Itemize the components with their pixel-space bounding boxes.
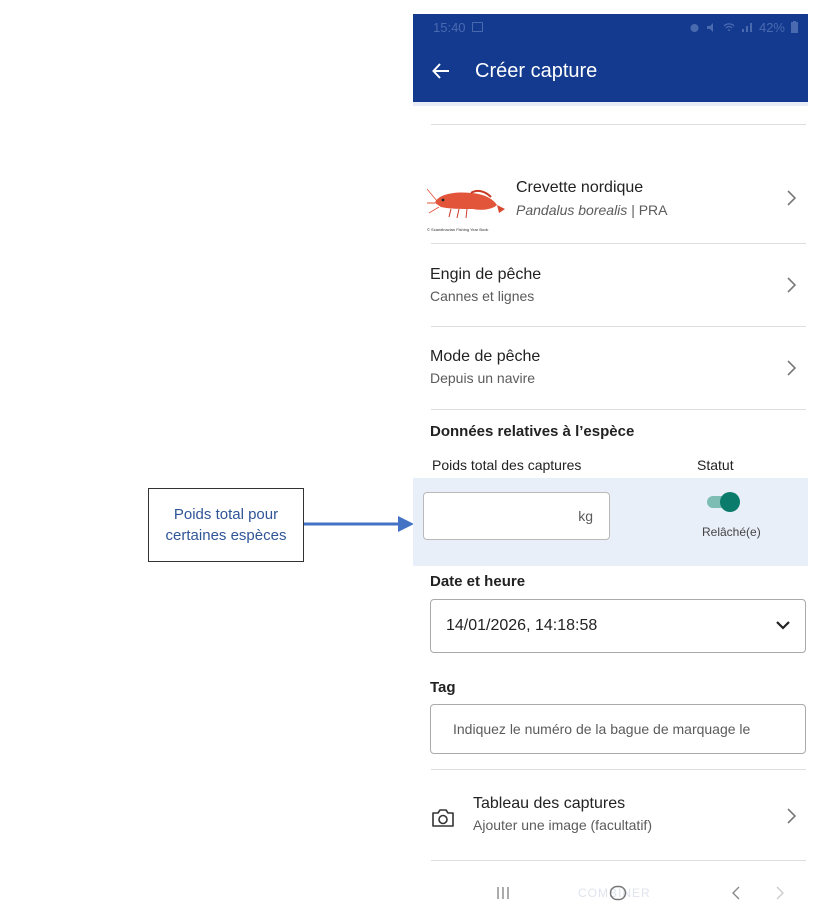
catch-board-subtitle: Ajouter une image (facultatif) xyxy=(473,817,652,833)
status-toggle[interactable] xyxy=(707,492,740,512)
toggle-knob xyxy=(720,492,740,512)
datetime-value: 14/01/2026, 14:18:58 xyxy=(446,617,598,634)
status-time: 15:40 xyxy=(433,19,466,35)
species-scientific: Pandalus borealis | PRA xyxy=(516,202,668,218)
mute-icon xyxy=(706,22,713,32)
phone-screen: 15:40 42% Créer capture © Scandinavian F… xyxy=(413,14,808,911)
chevron-down-icon xyxy=(776,621,790,630)
gear-row[interactable]: Engin de pêche Cannes et lignes xyxy=(413,244,808,326)
chevron-right-icon xyxy=(787,808,797,824)
mode-row[interactable]: Mode de pêche Depuis un navire xyxy=(413,327,808,409)
battery-percent: 42% xyxy=(758,19,785,35)
arrow-left-icon[interactable] xyxy=(413,40,469,102)
tag-input[interactable] xyxy=(453,721,805,737)
battery-icon xyxy=(791,21,798,33)
divider xyxy=(431,860,806,861)
image-credit: © Scandinavian Fishing Year Book xyxy=(427,227,489,232)
species-code: | PRA xyxy=(631,202,668,218)
gear-title: Engin de pêche xyxy=(430,266,542,283)
wifi-icon xyxy=(723,22,735,31)
alarm-icon xyxy=(690,23,699,32)
species-common-name: Crevette nordique xyxy=(516,179,644,196)
camera-icon xyxy=(432,809,454,827)
annotation-callout: Poids total pour certaines espèces xyxy=(148,488,304,562)
gear-text: Engin de pêche Cannes et lignes xyxy=(430,266,541,304)
appbar-shadow xyxy=(413,102,808,106)
species-data-heading: Données relatives à l’espèce xyxy=(430,423,635,440)
signal-icon xyxy=(741,22,752,32)
gallery-icon xyxy=(471,22,483,32)
divider xyxy=(431,409,806,410)
status-toggle-label: Relâché(e) xyxy=(702,525,761,539)
status-bar: 15:40 42% xyxy=(413,14,808,40)
species-text: Crevette nordique Pandalus borealis | PR… xyxy=(516,179,668,218)
species-scientific-name: Pandalus borealis xyxy=(516,202,628,218)
annotation-text: Poids total pour certaines espèces xyxy=(165,506,287,544)
species-row[interactable]: © Scandinavian Fishing Year Book Crevett… xyxy=(413,125,808,243)
mode-text: Mode de pêche Depuis un navire xyxy=(430,348,540,386)
chevron-right-icon xyxy=(787,277,797,293)
back-nav-icon[interactable] xyxy=(731,886,741,900)
mode-value: Depuis un navire xyxy=(430,370,536,386)
catch-board-title: Tableau des captures xyxy=(473,795,626,812)
app-bar: Créer capture xyxy=(413,40,808,102)
annotation-arrow xyxy=(304,516,414,532)
datetime-select[interactable]: 14/01/2026, 14:18:58 xyxy=(430,599,806,653)
status-column-label: Statut xyxy=(697,457,734,473)
datetime-label: Date et heure xyxy=(430,573,526,590)
forward-nav-icon[interactable] xyxy=(775,886,785,900)
home-icon[interactable] xyxy=(609,885,627,901)
weight-input[interactable] xyxy=(432,503,562,531)
chevron-right-icon xyxy=(787,360,797,376)
gear-value: Cannes et lignes xyxy=(430,288,535,304)
shrimp-image xyxy=(427,188,505,219)
weight-unit: kg xyxy=(578,508,593,524)
tag-field[interactable] xyxy=(430,704,806,754)
mode-title: Mode de pêche xyxy=(430,348,541,365)
page-title: Créer capture xyxy=(475,59,598,82)
weight-field[interactable]: kg xyxy=(423,492,610,540)
tag-label: Tag xyxy=(430,679,456,696)
weight-column-label: Poids total des captures xyxy=(432,457,582,473)
recent-apps-icon[interactable] xyxy=(496,886,510,900)
catch-board-row[interactable]: Tableau des captures Ajouter une image (… xyxy=(413,770,808,860)
catch-board-text: Tableau des captures Ajouter une image (… xyxy=(473,795,652,833)
chevron-right-icon xyxy=(787,190,797,206)
